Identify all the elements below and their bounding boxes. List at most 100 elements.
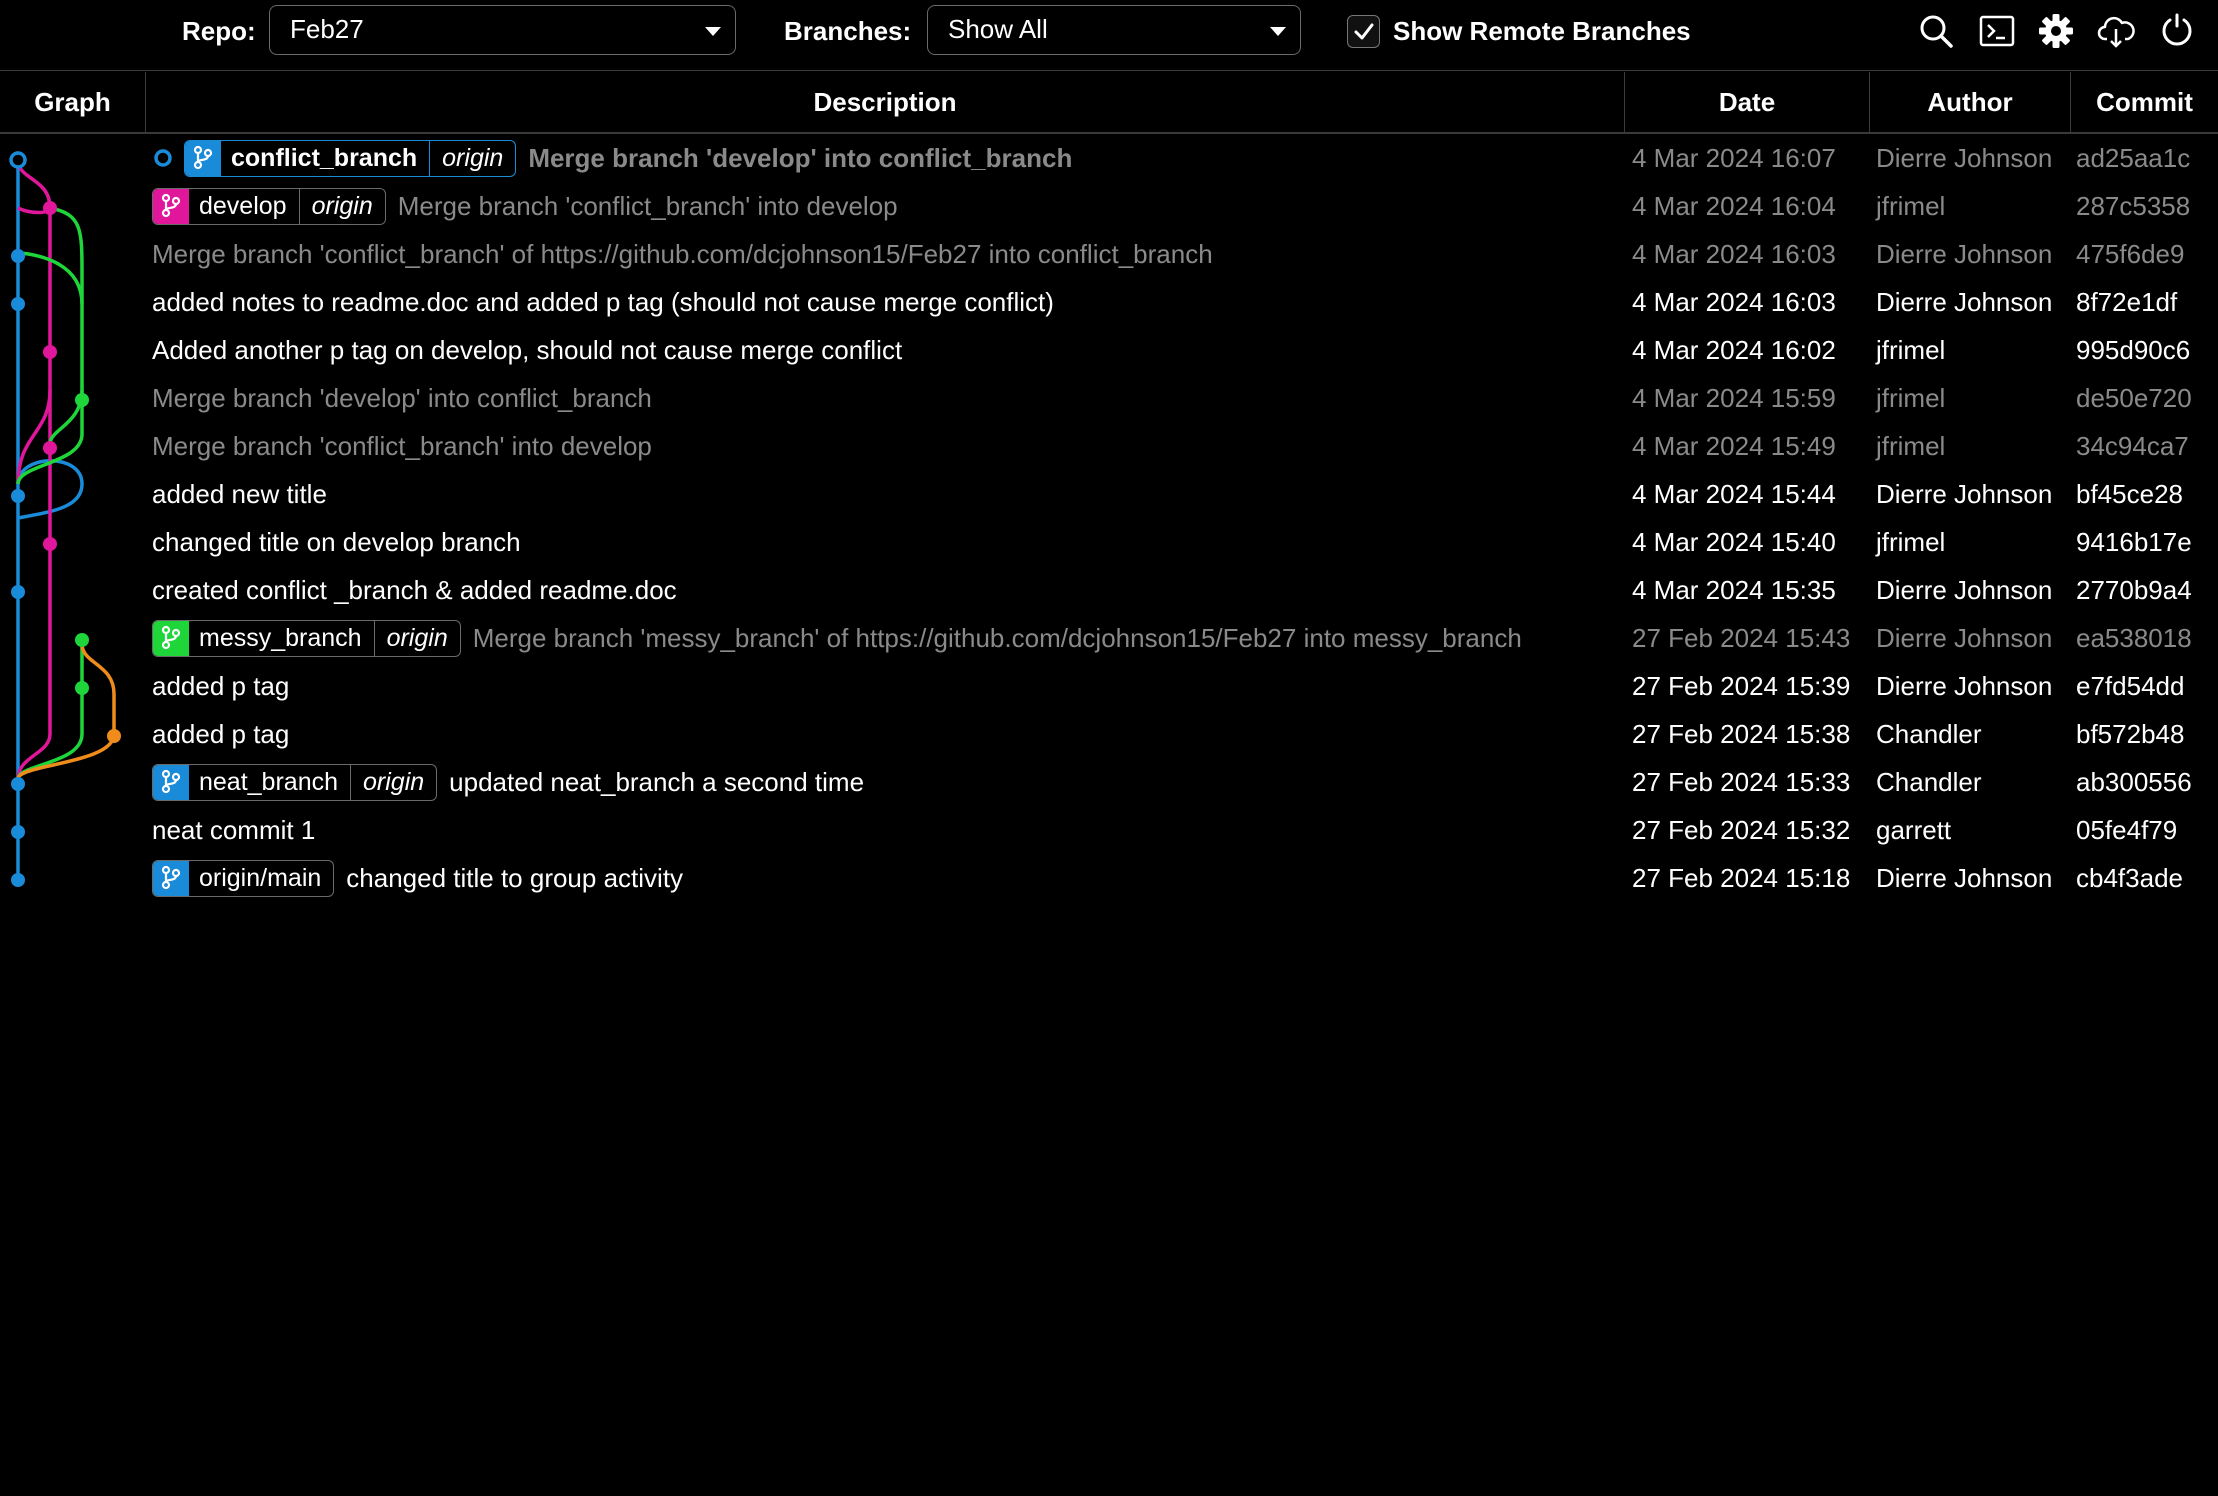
commit-row[interactable]: develop origin Merge branch 'conflict_bran… [0,182,2218,230]
column-header-commit[interactable]: Commit [2071,72,2218,132]
commit-date: 4 Mar 2024 15:40 [1632,527,1836,557]
commit-description: conflict_branch origin Merge branch 'devel… [152,134,1072,182]
head-indicator-icon [154,149,172,167]
commit-date: 4 Mar 2024 16:02 [1632,335,1836,365]
show-remote-label[interactable]: Show Remote Branches [1393,16,1691,47]
commit-hash: ad25aa1c [2076,143,2191,173]
commit-hash: 995d90c6 [2076,335,2191,365]
commit-date: 4 Mar 2024 16:04 [1632,191,1836,221]
commit-list: conflict_branch origin Merge branch 'devel… [0,134,2218,902]
commit-row[interactable]: created conflict _branch & added readme.… [0,566,2218,614]
commit-date: 4 Mar 2024 16:07 [1632,143,1836,173]
commit-date: 4 Mar 2024 15:35 [1632,575,1836,605]
commit-row[interactable]: conflict_branch origin Merge branch 'devel… [0,134,2218,182]
commit-hash: 9416b17e [2076,527,2192,557]
terminal-icon[interactable] [1978,12,2016,50]
commit-message: Added another p tag on develop, should n… [152,335,903,365]
remote-name: origin [429,140,515,176]
commit-description: Merge branch 'develop' into conflict_bra… [152,374,652,422]
column-header-date[interactable]: Date [1625,72,1869,132]
branch-label[interactable]: messy_branch origin [152,619,461,657]
commit-hash: bf45ce28 [2076,479,2183,509]
branch-name: conflict_branch [231,143,418,172]
commit-author: Dierre Johnson [1876,479,2053,509]
commit-row[interactable]: added p tag 27 Feb 2024 15:38 Chandler bf57… [0,710,2218,758]
commit-row[interactable]: Merge branch 'conflict_branch' into deve… [0,422,2218,470]
branches-label: Branches: [784,16,912,46]
commit-date: 27 Feb 2024 15:32 [1632,815,1851,845]
commit-hash: 2770b9a4 [2076,575,2192,605]
commit-message: updated neat_branch a second time [449,767,865,797]
commit-author: Dierre Johnson [1876,863,2053,893]
commit-row[interactable]: messy_branch origin Merge branch 'messy_br… [0,614,2218,662]
commit-author: jfrimel [1876,527,1946,557]
commit-hash: 287c5358 [2076,191,2191,221]
repo-label: Repo: [182,16,256,46]
commit-date: 4 Mar 2024 16:03 [1632,287,1836,317]
commit-date: 4 Mar 2024 15:44 [1632,479,1836,509]
commit-author: Chandler [1876,767,1982,797]
commit-message: Merge branch 'messy_branch' of https://g… [472,623,1522,653]
repo-dropdown[interactable]: Feb27 [269,5,736,55]
commit-description: Merge branch 'conflict_branch' of https:… [152,230,1213,278]
commit-author: Dierre Johnson [1876,239,2053,269]
commit-date: 27 Feb 2024 15:38 [1632,719,1851,749]
branch-name: neat_branch [199,767,339,796]
commit-message: Merge branch 'conflict_branch' of https:… [152,239,1213,269]
commit-hash: cb4f3ade [2076,863,2183,893]
remote-name: origin [350,764,436,800]
commit-hash: 34c94ca7 [2076,431,2189,461]
commit-message: Merge branch 'conflict_branch' into deve… [152,431,652,461]
commit-description: changed title on develop branch [152,518,521,566]
branches-dropdown[interactable]: Show All [927,5,1301,55]
show-remote-checkbox[interactable] [1347,15,1380,48]
commit-row[interactable]: added p tag 27 Feb 2024 15:39 Dierre Johns… [0,662,2218,710]
column-header-graph[interactable]: Graph [0,72,145,132]
column-header-description[interactable]: Description [146,72,1624,132]
commit-description: develop origin Merge branch 'conflict_bran… [152,182,898,230]
commit-description: added p tag [152,662,289,710]
commit-message: Merge branch 'develop' into conflict_bra… [152,383,652,413]
commit-date: 27 Feb 2024 15:43 [1632,623,1851,653]
commit-author: jfrimel [1876,335,1946,365]
refresh-icon[interactable] [2158,12,2196,50]
commit-author: Dierre Johnson [1876,143,2053,173]
commit-author: Dierre Johnson [1876,575,2053,605]
commit-hash: 05fe4f79 [2076,815,2178,845]
branch-label[interactable]: origin/main [152,859,335,897]
branch-label[interactable]: develop origin [152,187,386,225]
commit-message: changed title on develop branch [152,527,521,557]
column-header-author[interactable]: Author [1870,72,2070,132]
commit-row[interactable]: origin/main changed title to group activi… [0,854,2218,902]
branch-name: messy_branch [199,623,362,652]
commit-author: jfrimel [1876,383,1946,413]
commit-hash: ab300556 [2076,767,2192,797]
commit-row[interactable]: neat_branch origin updated neat_branch a s… [0,758,2218,806]
commit-row[interactable]: added notes to readme.doc and added p ta… [0,278,2218,326]
branch-name: origin/main [199,863,322,892]
commit-row[interactable]: neat commit 1 27 Feb 2024 15:32 garrett 05f… [0,806,2218,854]
commit-row[interactable]: Added another p tag on develop, should n… [0,326,2218,374]
commit-row[interactable]: changed title on develop branch 4 Mar 202… [0,518,2218,566]
cloud-download-icon[interactable] [2097,12,2135,50]
commit-row[interactable]: added new title 4 Mar 2024 15:44 Dierre Jo… [0,470,2218,518]
commit-row[interactable]: Merge branch 'conflict_branch' of https:… [0,230,2218,278]
branch-label[interactable]: conflict_branch origin [184,139,517,177]
gear-icon[interactable] [2037,12,2075,50]
commit-hash: e7fd54dd [2076,671,2185,701]
branch-label[interactable]: neat_branch origin [152,763,438,801]
commit-message: neat commit 1 [152,815,316,845]
search-icon[interactable] [1917,12,1955,50]
commit-description: created conflict _branch & added readme.… [152,566,677,614]
commit-author: Dierre Johnson [1876,671,2053,701]
branch-icon [153,860,189,896]
branch-icon [153,188,189,224]
commit-author: Dierre Johnson [1876,287,2053,317]
commit-hash: de50e720 [2076,383,2192,413]
commit-description: Added another p tag on develop, should n… [152,326,902,374]
commit-hash: 8f72e1df [2076,287,2178,317]
remote-name: origin [298,188,385,224]
commit-date: 27 Feb 2024 15:39 [1632,671,1851,701]
commit-row[interactable]: Merge branch 'develop' into conflict_bra… [0,374,2218,422]
commit-date: 4 Mar 2024 15:59 [1632,383,1836,413]
